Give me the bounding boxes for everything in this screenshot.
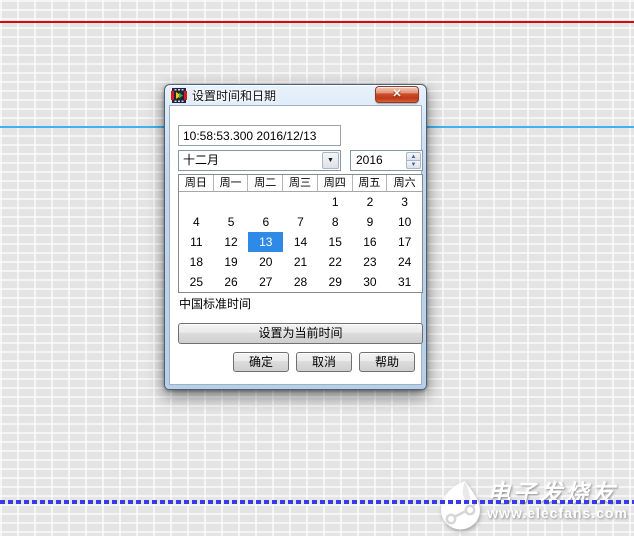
calendar-day[interactable]: 23	[353, 252, 388, 272]
set-current-time-button[interactable]: 设置为当前时间	[178, 323, 423, 344]
calendar-day[interactable]: 3	[387, 192, 422, 212]
calendar-day[interactable]: 30	[353, 272, 388, 292]
calendar-day[interactable]: 10	[387, 212, 422, 232]
close-icon: ✕	[392, 88, 402, 100]
calendar-day[interactable]: 1	[318, 192, 353, 212]
ok-button[interactable]: 确定	[233, 352, 289, 372]
calendar-day[interactable]: 7	[283, 212, 318, 232]
close-button[interactable]: ✕	[375, 86, 419, 103]
cancel-button[interactable]: 取消	[296, 352, 352, 372]
calendar-day[interactable]: 11	[179, 232, 214, 252]
red-wire	[0, 21, 634, 23]
calendar-grid: 1 2 3 4 5 6 7 8 9 10 11 12 13 14 15 16 1	[179, 192, 422, 292]
block-diagram-background: 电子发烧友 www.elecfans.com 设置时间和日期 ✕ 十二月	[0, 0, 634, 536]
dotted-blue-wire	[0, 500, 634, 504]
month-dropdown[interactable]: 十二月 ▼	[178, 150, 341, 171]
elecfans-logo-icon	[441, 481, 481, 530]
calendar-day[interactable]: 14	[283, 232, 318, 252]
calendar-weekday-header: 周二	[248, 175, 284, 191]
calendar-day[interactable]: 16	[353, 232, 388, 252]
calendar-day[interactable]: 2	[353, 192, 388, 212]
datetime-input[interactable]	[178, 125, 341, 146]
calendar-day[interactable]: 26	[214, 272, 249, 292]
dialog-titlebar[interactable]: 设置时间和日期 ✕	[165, 85, 426, 105]
calendar-day[interactable]: 5	[214, 212, 249, 232]
calendar-day[interactable]: 12	[214, 232, 249, 252]
calendar-day	[283, 192, 318, 212]
calendar-day	[248, 192, 283, 212]
calendar-day[interactable]: 22	[318, 252, 353, 272]
calendar-day[interactable]: 15	[318, 232, 353, 252]
year-spinner[interactable]: 2016 ▲ ▼	[350, 150, 423, 171]
calendar-day[interactable]: 28	[283, 272, 318, 292]
calendar-day[interactable]: 21	[283, 252, 318, 272]
calendar-day[interactable]: 19	[214, 252, 249, 272]
help-button[interactable]: 帮助	[359, 352, 415, 372]
watermark-url: www.elecfans.com	[487, 505, 628, 521]
set-time-date-dialog: 设置时间和日期 ✕ 十二月 ▼ 2016 ▲ ▼ 周日 周一	[164, 84, 427, 390]
calendar-day	[214, 192, 249, 212]
calendar-header-row: 周日 周一 周二 周三 周四 周五 周六	[179, 175, 422, 192]
calendar-weekday-header: 周四	[318, 175, 353, 191]
month-value: 十二月	[183, 153, 220, 167]
calendar-day[interactable]: 4	[179, 212, 214, 232]
calendar-day-selected[interactable]: 13	[248, 232, 284, 252]
calendar-weekday-header: 周日	[179, 175, 214, 191]
timezone-label: 中国标准时间	[179, 297, 252, 311]
spin-down-icon[interactable]: ▼	[406, 160, 421, 169]
calendar-day[interactable]: 9	[353, 212, 388, 232]
calendar-day[interactable]: 29	[318, 272, 353, 292]
calendar-day[interactable]: 6	[248, 212, 283, 232]
calendar-day[interactable]: 24	[387, 252, 422, 272]
calendar-weekday-header: 周三	[283, 175, 318, 191]
calendar-day[interactable]: 20	[248, 252, 283, 272]
dialog-title: 设置时间和日期	[192, 88, 277, 103]
calendar-weekday-header: 周一	[214, 175, 249, 191]
chevron-down-icon[interactable]: ▼	[322, 152, 339, 169]
calendar: 周日 周一 周二 周三 周四 周五 周六 1 2 3 4 5 6 7 8 9 1…	[178, 174, 423, 293]
calendar-weekday-header: 周六	[393, 177, 416, 189]
calendar-day[interactable]: 18	[179, 252, 214, 272]
labview-clock-icon	[171, 87, 187, 103]
calendar-day[interactable]: 27	[248, 272, 283, 292]
calendar-weekday-header: 周五	[353, 175, 388, 191]
calendar-day[interactable]: 25	[179, 272, 214, 292]
dialog-client-area: 十二月 ▼ 2016 ▲ ▼ 周日 周一 周二 周三 周四 周五 周六	[170, 106, 423, 384]
calendar-day[interactable]: 31	[387, 272, 422, 292]
calendar-day[interactable]: 17	[387, 232, 422, 252]
calendar-day	[179, 192, 214, 212]
calendar-day[interactable]: 8	[318, 212, 353, 232]
